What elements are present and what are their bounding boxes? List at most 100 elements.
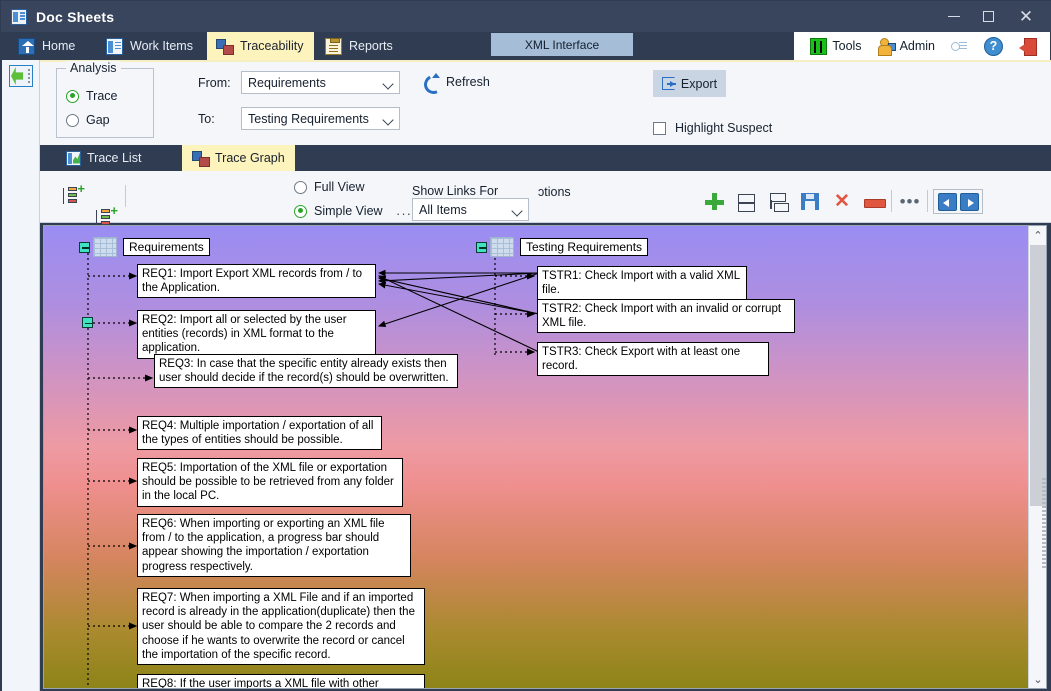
xml-interface-button[interactable]: XML Interface [491, 33, 633, 56]
collapse-icon[interactable] [79, 242, 90, 253]
minimize-button[interactable] [938, 1, 970, 32]
node-tstr3[interactable]: TSTR3: Check Export with at least one re… [537, 342, 769, 376]
save-button[interactable] [799, 191, 821, 213]
radio-full-view-label: Full View [314, 180, 364, 194]
from-select[interactable]: Requirements [241, 71, 400, 94]
scroll-up-button[interactable]: ⌃ [1029, 226, 1047, 244]
work-items-icon [106, 38, 123, 55]
highlight-suspect-label: Highlight Suspect [675, 121, 772, 135]
tab-traceability[interactable]: Traceability [207, 32, 314, 60]
scrollbar-thumb[interactable] [1030, 245, 1046, 506]
tab-trace-graph-label: Trace Graph [215, 151, 285, 165]
chevron-down-icon [511, 205, 522, 216]
node-req8[interactable]: REQ8: If the user imports a XML file wit… [137, 674, 425, 689]
trace-graph-canvas[interactable]: Requirements Testing Requirements REQ1: … [44, 226, 1029, 688]
radio-gap-label: Gap [86, 113, 110, 127]
analysis-legend: Analysis [66, 61, 121, 75]
tab-work-items[interactable]: Work Items [97, 32, 204, 60]
to-select-value: Testing Requirements [248, 112, 369, 126]
logout-button[interactable] [1011, 38, 1044, 55]
vertical-scrollbar[interactable]: ⌃ ⌄ [1028, 226, 1046, 688]
table-grid-icon [490, 237, 514, 257]
node-req7[interactable]: REQ7: When importing a XML File and if a… [137, 588, 425, 665]
admin-button[interactable]: Admin [870, 38, 943, 55]
radio-trace-label: Trace [86, 89, 118, 103]
traceability-icon [216, 38, 233, 55]
trace-list-icon [66, 151, 81, 166]
node-tstr2[interactable]: TSTR2: Check Import with an invalid or c… [537, 299, 795, 333]
app-title: Doc Sheets [36, 9, 114, 25]
row-expander-req2[interactable] [82, 317, 93, 328]
node-req4[interactable]: REQ4: Multiple importation / exportation… [137, 416, 382, 450]
arrow-right-icon[interactable] [960, 193, 979, 211]
logout-icon [1019, 38, 1036, 55]
node-tstr1[interactable]: TSTR1: Check Import with a valid XML fil… [537, 266, 747, 300]
ribbon-right-toolbar: Tools Admin ? [794, 32, 1050, 60]
refresh-button[interactable]: Refresh [423, 71, 490, 93]
node-req2[interactable]: REQ2: Import all or selected by the user… [137, 310, 376, 359]
tab-trace-list-label: Trace List [87, 151, 141, 165]
tab-home[interactable]: Home [9, 32, 86, 60]
dock-panel-icon[interactable] [9, 65, 33, 87]
group-rows-button[interactable] [735, 191, 757, 213]
home-icon [18, 38, 35, 55]
scrollbar-grip [1042, 478, 1046, 568]
tools-icon [810, 38, 827, 55]
tools-label: Tools [832, 39, 861, 53]
highlight-suspect-box [653, 122, 666, 135]
node-req6[interactable]: REQ6: When importing or exporting an XML… [137, 514, 411, 577]
radio-full-view-indicator [294, 181, 307, 194]
tab-trace-list[interactable]: Trace List [56, 145, 151, 171]
from-select-value: Requirements [248, 76, 326, 90]
help-question-icon: ? [984, 37, 1003, 56]
trace-tab-bar: Trace List Trace Graph [40, 145, 1051, 171]
scroll-down-button[interactable]: ⌄ [1029, 670, 1047, 688]
node-req1[interactable]: REQ1: Import Export XML records from / t… [137, 264, 376, 298]
navigation-group [933, 189, 983, 214]
refresh-icon [423, 74, 439, 90]
toolbar-separator [125, 185, 126, 207]
highlight-suspect-checkbox[interactable]: Highlight Suspect [653, 121, 772, 135]
export-button[interactable]: Export [653, 70, 726, 97]
radio-trace-indicator [66, 90, 79, 103]
show-links-label: Show Links For [412, 184, 498, 198]
radio-gap[interactable]: Gap [66, 113, 110, 127]
app-grid-icon [11, 9, 27, 25]
to-select[interactable]: Testing Requirements [241, 107, 400, 130]
node-req3[interactable]: REQ3: In case that the specific entity a… [154, 354, 458, 388]
help-button[interactable]: ? [976, 37, 1011, 56]
group-header-testing-requirements[interactable]: Testing Requirements [476, 237, 648, 257]
arrow-left-icon[interactable] [938, 193, 957, 211]
group-header-testing-requirements-label: Testing Requirements [520, 238, 648, 256]
add-link-button[interactable] [703, 191, 725, 213]
show-links-select[interactable]: All Items [412, 198, 529, 221]
collapse-icon[interactable] [476, 242, 487, 253]
chevron-down-icon [382, 78, 393, 89]
tab-home-label: Home [42, 39, 75, 53]
analysis-group: Analysis Trace Gap [56, 68, 154, 138]
tab-traceability-label: Traceability [240, 39, 303, 53]
radio-trace[interactable]: Trace [66, 89, 118, 103]
to-label: To: [198, 112, 215, 126]
group-header-requirements-label: Requirements [123, 238, 210, 256]
expand-tree-icon[interactable]: + [62, 186, 84, 208]
tab-trace-graph[interactable]: Trace Graph [182, 145, 295, 171]
radio-simple-view[interactable]: Simple View [294, 204, 383, 218]
maximize-button[interactable] [972, 1, 1004, 32]
more-ellipsis-button[interactable]: ••• [899, 191, 921, 213]
analysis-panel: Analysis Trace Gap From: Requirements To… [40, 60, 1051, 145]
link-rows-button[interactable] [767, 191, 789, 213]
group-header-requirements[interactable]: Requirements [79, 237, 210, 257]
tools-button[interactable]: Tools [802, 38, 869, 55]
history-button[interactable] [943, 38, 976, 55]
close-button[interactable]: ✕ [1010, 1, 1042, 32]
toolbar-separator [891, 190, 892, 212]
radio-simple-view-indicator [294, 205, 307, 218]
delete-button[interactable]: ✕ [831, 191, 853, 213]
node-req5[interactable]: REQ5: Importation of the XML file or exp… [137, 458, 403, 507]
tab-reports[interactable]: Reports [316, 32, 404, 60]
export-icon [662, 77, 675, 90]
view-options-more[interactable]: ··· [396, 206, 412, 221]
radio-full-view[interactable]: Full View [294, 180, 364, 194]
remove-button[interactable] [863, 191, 885, 213]
